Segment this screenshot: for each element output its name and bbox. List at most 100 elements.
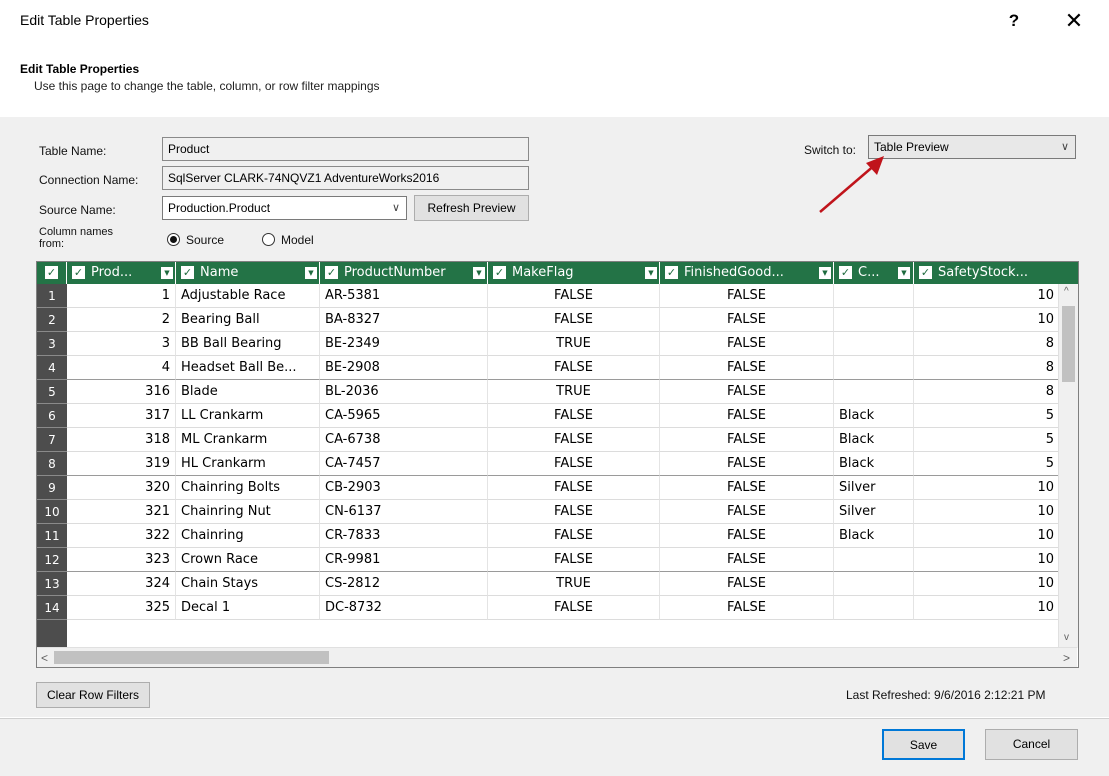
filter-dropdown-icon[interactable]: ▼	[473, 267, 485, 279]
scroll-down-icon[interactable]: v	[1064, 632, 1069, 643]
row-number[interactable]: 6	[37, 404, 67, 428]
cell-safety-stock: 10	[914, 596, 1059, 620]
table-preview-grid[interactable]: ✓ ✓ Prod... ▼ ✓ Name ▼ ✓ ProductNumber ▼…	[36, 261, 1079, 668]
cell-product-id: 3	[67, 332, 176, 356]
cell-safety-stock: 10	[914, 284, 1059, 308]
cell-finished-goods-flag: FALSE	[660, 332, 834, 356]
column-header-productnumber[interactable]: ✓ ProductNumber ▼	[320, 262, 488, 284]
column-label: FinishedGood...	[684, 265, 784, 280]
row-number[interactable]: 1	[37, 284, 67, 308]
row-number[interactable]: 4	[37, 356, 67, 380]
column-header-safetystocklevel[interactable]: ✓ SafetyStock...	[914, 262, 1059, 284]
chevron-down-icon: ∨	[391, 202, 400, 214]
column-header-name[interactable]: ✓ Name ▼	[176, 262, 320, 284]
radio-source[interactable]	[167, 233, 180, 246]
table-row: 8 319 HL Crankarm CA-7457 FALSE FALSE Black 5	[37, 452, 1078, 476]
column-checkbox[interactable]: ✓	[919, 266, 932, 279]
cell-finished-goods-flag: FALSE	[660, 548, 834, 572]
cell-product-number: CB-2903	[320, 476, 488, 500]
table-row: 9 320 Chainring Bolts CB-2903 FALSE FALSE Silv…	[37, 476, 1078, 500]
horizontal-scroll-thumb[interactable]	[54, 651, 329, 664]
column-header-productid[interactable]: ✓ Prod... ▼	[67, 262, 176, 284]
scroll-left-icon[interactable]: <	[41, 651, 48, 665]
cell-safety-stock: 10	[914, 500, 1059, 524]
table-row: 5 316 Blade BL-2036 TRUE FALSE 8	[37, 380, 1078, 404]
table-name-label: Table Name:	[39, 144, 107, 158]
filter-dropdown-icon[interactable]: ▼	[645, 267, 657, 279]
column-checkbox[interactable]: ✓	[493, 266, 506, 279]
column-header-color[interactable]: ✓ C... ▼	[834, 262, 914, 284]
column-header-makeflag[interactable]: ✓ MakeFlag ▼	[488, 262, 660, 284]
cell-color	[834, 572, 914, 596]
cell-safety-stock: 8	[914, 380, 1059, 404]
row-number[interactable]: 11	[37, 524, 67, 548]
switch-to-select[interactable]: Table Preview ∨	[868, 135, 1076, 159]
column-header-finishedgoodsflag[interactable]: ✓ FinishedGood... ▼	[660, 262, 834, 284]
column-checkbox[interactable]: ✓	[72, 266, 85, 279]
cell-product-number: BL-2036	[320, 380, 488, 404]
cell-name: Crown Race	[176, 548, 320, 572]
column-checkbox[interactable]: ✓	[665, 266, 678, 279]
vertical-scrollbar[interactable]: ^ v	[1058, 284, 1078, 648]
source-name-select[interactable]: Production.Product ∨	[162, 196, 407, 220]
filter-dropdown-icon[interactable]: ▼	[898, 267, 910, 279]
row-number[interactable]: 13	[37, 572, 67, 596]
cell-safety-stock: 5	[914, 428, 1059, 452]
column-label: ProductNumber	[344, 265, 446, 280]
save-button[interactable]: Save	[882, 729, 965, 760]
row-number[interactable]: 3	[37, 332, 67, 356]
row-number[interactable]: 5	[37, 380, 67, 404]
filter-dropdown-icon[interactable]: ▼	[819, 267, 831, 279]
row-number[interactable]: 2	[37, 308, 67, 332]
cell-product-id: 317	[67, 404, 176, 428]
radio-model-label: Model	[281, 233, 314, 247]
table-row: 14 325 Decal 1 DC-8732 FALSE FALSE 10	[37, 596, 1078, 620]
cell-product-number: CA-6738	[320, 428, 488, 452]
horizontal-scrollbar[interactable]: < >	[37, 647, 1077, 667]
cell-make-flag: TRUE	[488, 380, 660, 404]
column-names-from-label: Column names from:	[39, 226, 113, 250]
column-checkbox[interactable]: ✓	[325, 266, 338, 279]
cell-name: Decal 1	[176, 596, 320, 620]
clear-row-filters-button[interactable]: Clear Row Filters	[36, 682, 150, 708]
cell-finished-goods-flag: FALSE	[660, 596, 834, 620]
row-number[interactable]: 8	[37, 452, 67, 476]
help-button[interactable]: ?	[1002, 9, 1026, 33]
scroll-up-icon[interactable]: ^	[1064, 286, 1069, 297]
scroll-right-icon[interactable]: >	[1063, 651, 1070, 665]
cell-product-number: AR-5381	[320, 284, 488, 308]
cell-finished-goods-flag: FALSE	[660, 524, 834, 548]
row-number[interactable]: 12	[37, 548, 67, 572]
column-checkbox[interactable]: ✓	[839, 266, 852, 279]
cell-product-number: BA-8327	[320, 308, 488, 332]
cell-color	[834, 356, 914, 380]
partial-row	[37, 620, 1078, 648]
cell-finished-goods-flag: FALSE	[660, 428, 834, 452]
row-number[interactable]: 9	[37, 476, 67, 500]
filter-dropdown-icon[interactable]: ▼	[161, 267, 173, 279]
cell-safety-stock: 5	[914, 404, 1059, 428]
cell-make-flag: FALSE	[488, 476, 660, 500]
cell-color: Black	[834, 452, 914, 476]
table-row: 2 2 Bearing Ball BA-8327 FALSE FALSE 10	[37, 308, 1078, 332]
cell-product-id: 318	[67, 428, 176, 452]
row-number[interactable]: 14	[37, 596, 67, 620]
close-button[interactable]: ✕	[1060, 8, 1088, 34]
cell-name: Headset Ball Be...	[176, 356, 320, 380]
cell-finished-goods-flag: FALSE	[660, 380, 834, 404]
connection-name-field[interactable]: SqlServer CLARK-74NQVZ1 AdventureWorks20…	[162, 166, 529, 190]
cell-product-number: CA-5965	[320, 404, 488, 428]
cancel-button[interactable]: Cancel	[985, 729, 1078, 760]
table-name-field[interactable]: Product	[162, 137, 529, 161]
select-all-checkbox[interactable]: ✓	[45, 266, 58, 279]
row-number[interactable]: 7	[37, 428, 67, 452]
vertical-scroll-thumb[interactable]	[1062, 306, 1075, 382]
refresh-preview-button[interactable]: Refresh Preview	[414, 195, 529, 221]
table-row: 13 324 Chain Stays CS-2812 TRUE FALSE 10	[37, 572, 1078, 596]
filter-dropdown-icon[interactable]: ▼	[305, 267, 317, 279]
column-checkbox[interactable]: ✓	[181, 266, 194, 279]
row-number[interactable]: 10	[37, 500, 67, 524]
cell-color: Black	[834, 428, 914, 452]
radio-model[interactable]	[262, 233, 275, 246]
cell-product-id: 324	[67, 572, 176, 596]
